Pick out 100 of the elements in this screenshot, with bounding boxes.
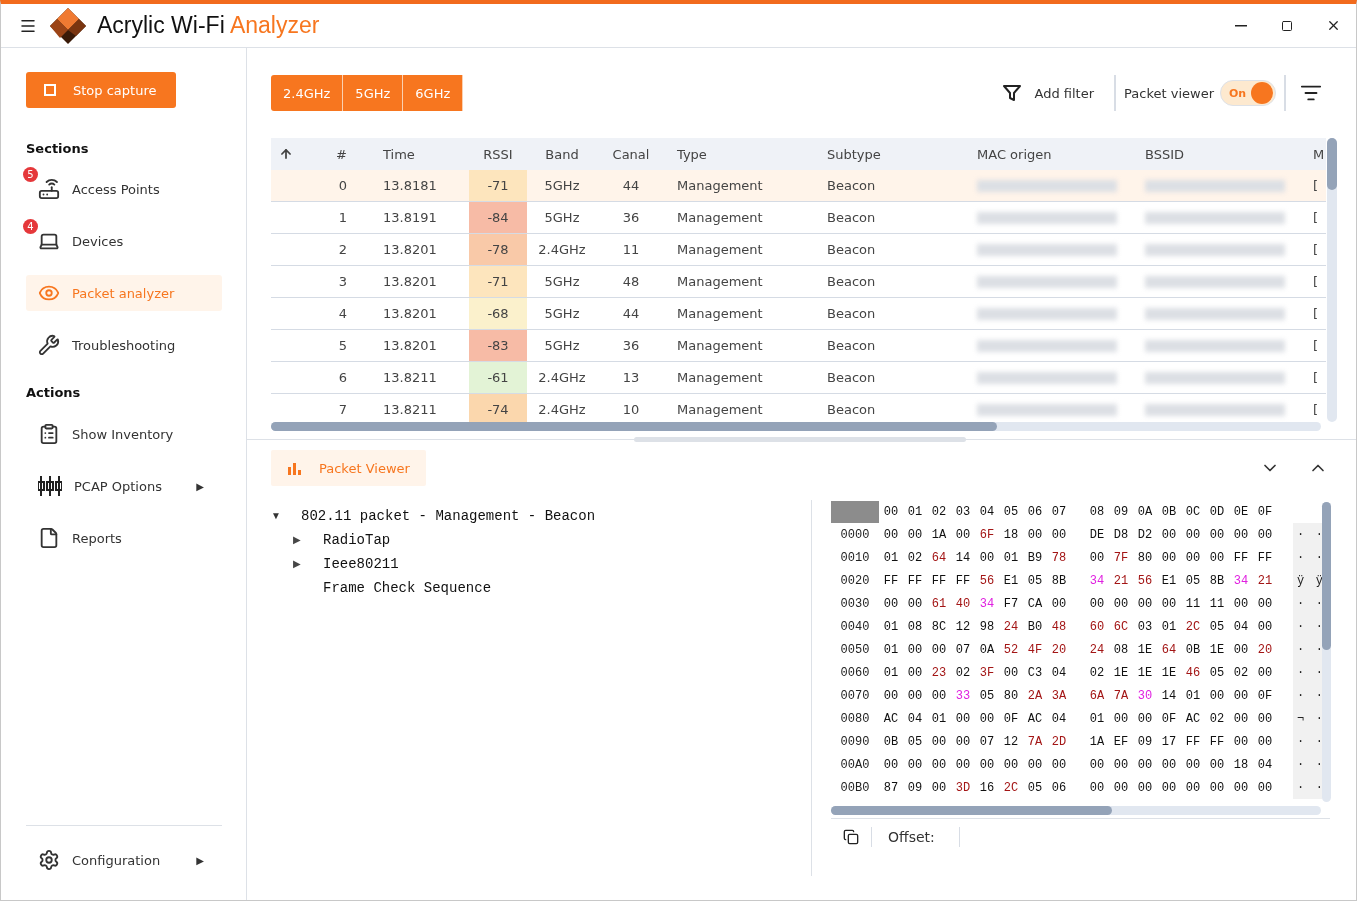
hex-byte: 00 xyxy=(1184,527,1202,542)
table-row[interactable]: 1 13.8191 -84 5GHz 36 Management Beacon [ xyxy=(271,202,1326,234)
vertical-scrollbar[interactable] xyxy=(1327,138,1337,422)
submenu-arrow-icon: ▶ xyxy=(196,480,204,492)
hex-byte: 01 xyxy=(1088,711,1106,726)
column-header[interactable]: M xyxy=(1301,146,1326,162)
column-header[interactable]: Type xyxy=(665,146,815,162)
hex-byte: 00 xyxy=(954,757,972,772)
hex-byte: 00 xyxy=(1050,527,1068,542)
hex-byte: 05 xyxy=(1026,573,1044,588)
nav-item[interactable]: PCAP Options ▶ xyxy=(26,468,222,504)
column-header[interactable]: Band xyxy=(527,146,597,162)
hex-byte: 98 xyxy=(978,619,996,634)
hex-byte: 00 xyxy=(930,734,948,749)
rssi-cell: -74 xyxy=(469,394,527,422)
hex-byte: 02 xyxy=(954,665,972,680)
tree-item[interactable]: Ieee80211 xyxy=(323,556,399,572)
tree-item[interactable]: Frame Check Sequence xyxy=(323,580,492,596)
table-row[interactable]: 0 13.8181 -71 5GHz 44 Management Beacon [ xyxy=(271,170,1326,202)
table-row[interactable]: 5 13.8201 -83 5GHz 36 Management Beacon [ xyxy=(271,330,1326,362)
hex-byte: 04 xyxy=(1050,665,1068,680)
table-cell-text: Management xyxy=(676,209,764,227)
column-header[interactable]: RSSI xyxy=(469,146,527,162)
hex-byte: 00 xyxy=(1232,596,1250,611)
hex-byte: 33 xyxy=(954,688,972,703)
column-header[interactable]: BSSID xyxy=(1133,146,1301,162)
table-row[interactable]: 2 13.8201 -78 2.4GHz 11 Management Beacon [ xyxy=(271,234,1326,266)
hex-offset: 0030 xyxy=(839,595,871,613)
hex-byte: 00 xyxy=(1208,550,1226,565)
column-header[interactable]: Canal xyxy=(597,146,665,162)
horizontal-scrollbar[interactable] xyxy=(271,422,1321,431)
table-row[interactable]: 6 13.8211 -61 2.4GHz 13 Management Beacon [ xyxy=(271,362,1326,394)
nav-item[interactable]: Reports xyxy=(26,520,222,556)
hex-column-header: 07 xyxy=(1050,504,1068,519)
hex-byte: 03 xyxy=(1136,619,1154,634)
hex-byte: 01 xyxy=(1002,550,1020,565)
hex-byte: 02 xyxy=(1088,665,1106,680)
hex-byte: FF xyxy=(1184,734,1202,749)
hex-byte: 00 xyxy=(906,757,924,772)
table-row[interactable]: 4 13.8201 -68 5GHz 44 Management Beacon [ xyxy=(271,298,1326,330)
hex-byte: 08 xyxy=(1112,642,1130,657)
table-cell-text: 36 xyxy=(621,209,641,227)
hex-byte: 7A xyxy=(1026,734,1044,749)
vertical-scrollbar[interactable] xyxy=(1322,502,1331,802)
nav-item[interactable]: Configuration ▶ xyxy=(26,842,222,878)
ascii-char: · xyxy=(1315,619,1322,634)
table-cell-text: 2 xyxy=(337,241,348,259)
submenu-arrow-icon: ▶ xyxy=(196,854,204,866)
table-row[interactable]: 3 13.8201 -71 5GHz 48 Management Beacon [ xyxy=(271,266,1326,298)
column-header[interactable]: # xyxy=(301,146,371,162)
hex-byte: 00 xyxy=(1208,757,1226,772)
table-cell-text: 2.4GHz xyxy=(537,401,587,419)
hex-byte: 00 xyxy=(1050,596,1068,611)
tree-item[interactable]: RadioTap xyxy=(323,532,391,548)
hex-byte: 80 xyxy=(1002,688,1020,703)
app-title: Acrylic Wi-Fi Analyzer xyxy=(97,12,320,39)
hex-byte: 46 xyxy=(1184,665,1202,680)
hex-column-header: 08 xyxy=(1088,504,1106,519)
hex-byte: 18 xyxy=(1002,527,1020,542)
ascii-char: · xyxy=(1315,665,1322,680)
table-cell-text: 5GHz xyxy=(543,337,581,355)
nav-item[interactable]: Show Inventory xyxy=(26,416,222,452)
hex-byte: 0F xyxy=(1002,711,1020,726)
table-cell-text: [ xyxy=(1312,177,1320,195)
hex-byte: 00 xyxy=(1088,596,1106,611)
hex-byte: FF xyxy=(1256,550,1274,565)
hex-byte: 01 xyxy=(882,642,900,657)
add-filter-button[interactable]: Add filter xyxy=(1002,84,1095,102)
hex-byte: 05 xyxy=(906,734,924,749)
table-cell-text: 13 xyxy=(621,369,641,387)
tree-item[interactable]: 802.11 packet - Management - Beacon xyxy=(301,508,596,524)
hex-byte: 18 xyxy=(1232,757,1250,772)
hex-byte: 05 xyxy=(1208,619,1226,634)
column-header[interactable]: Subtype xyxy=(815,146,965,162)
nav-item[interactable]: Troubleshooting xyxy=(26,327,222,363)
hex-byte: 00 xyxy=(1184,550,1202,565)
hex-byte: 1A xyxy=(930,527,948,542)
hex-byte: AC xyxy=(1026,711,1044,726)
hex-byte: 00 xyxy=(1184,780,1202,795)
hex-byte: FF xyxy=(882,573,900,588)
maximize-icon xyxy=(1281,19,1293,32)
column-header[interactable]: Time xyxy=(371,146,469,162)
hex-column-header: 0B xyxy=(1160,504,1178,519)
table-cell-text: 4 xyxy=(337,305,348,323)
hex-byte: 01 xyxy=(1160,619,1178,634)
column-header[interactable]: MAC origen xyxy=(965,146,1133,162)
sort-arrow-icon[interactable] xyxy=(279,147,293,161)
hex-byte: 00 xyxy=(1136,780,1154,795)
hex-byte: 01 xyxy=(882,619,900,634)
splitter-handle[interactable] xyxy=(634,437,966,442)
hex-byte: 04 xyxy=(1232,619,1250,634)
hex-byte: 00 xyxy=(1002,665,1020,680)
hex-byte: 87 xyxy=(882,780,900,795)
hex-byte: E1 xyxy=(1160,573,1178,588)
horizontal-scrollbar[interactable] xyxy=(831,806,1321,815)
hex-byte: 00 xyxy=(1184,757,1202,772)
table-cell-text: [ xyxy=(1312,273,1320,291)
table-cell-text: 48 xyxy=(621,273,641,291)
table-cell-text: [ xyxy=(1312,337,1320,355)
table-cell-text: 2.4GHz xyxy=(537,369,587,387)
